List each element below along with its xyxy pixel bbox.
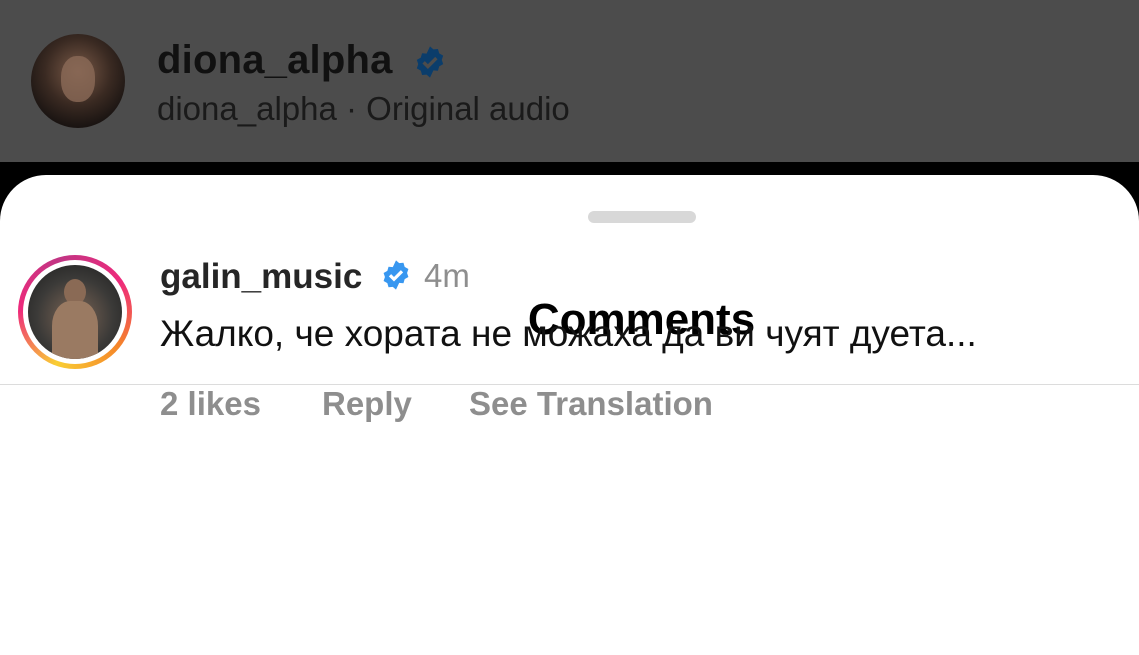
see-translation-button[interactable]: See Translation bbox=[469, 385, 713, 423]
likes-count[interactable]: 2 likes bbox=[160, 385, 261, 423]
comment-time: 4m bbox=[424, 257, 470, 294]
commenter-username[interactable]: galin_music bbox=[160, 257, 362, 297]
commenter-avatar[interactable] bbox=[18, 255, 132, 369]
verified-badge-icon bbox=[383, 260, 409, 290]
author-avatar[interactable] bbox=[31, 34, 125, 128]
reply-button[interactable]: Reply bbox=[322, 385, 412, 423]
verified-badge-icon bbox=[416, 46, 444, 78]
reel-header-overlay: diona_alpha diona_alpha · Original audio bbox=[0, 0, 1139, 162]
comment-text: Жалко, че хората не можаха да ви чуят ду… bbox=[160, 313, 977, 354]
sheet-drag-handle[interactable] bbox=[588, 211, 696, 223]
audio-subtitle[interactable]: diona_alpha · Original audio bbox=[157, 90, 570, 128]
author-username[interactable]: diona_alpha bbox=[157, 38, 393, 83]
